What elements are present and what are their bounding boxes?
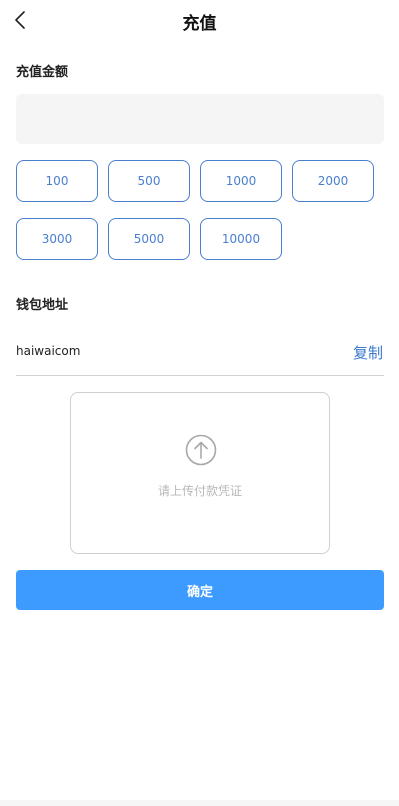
amount-label: 充值金额 [16, 65, 69, 80]
amount-option-10000[interactable]: 10000 [200, 218, 282, 260]
amount-option-500[interactable]: 500 [108, 160, 190, 202]
amount-option-1000[interactable]: 1000 [200, 160, 282, 202]
recharge-page: 充值 充值金额 100 500 1000 2000 3000 5000 1000… [0, 0, 399, 806]
bottom-bar [0, 800, 399, 806]
amount-option-5000[interactable]: 5000 [108, 218, 190, 260]
wallet-label: 钱包地址 [16, 298, 69, 313]
upload-receipt-area[interactable]: 请上传付款凭证 [70, 392, 330, 554]
upload-arrow-icon [185, 434, 217, 466]
confirm-button[interactable]: 确定 [16, 570, 384, 610]
amount-option-2000[interactable]: 2000 [292, 160, 374, 202]
wallet-address: haiwaicom [16, 344, 81, 358]
amount-option-100[interactable]: 100 [16, 160, 98, 202]
amount-option-3000[interactable]: 3000 [16, 218, 98, 260]
copy-button[interactable]: 复制 [353, 342, 383, 363]
amount-input[interactable] [16, 94, 384, 144]
divider [16, 375, 384, 376]
upload-hint: 请上传付款凭证 [157, 484, 242, 498]
nav-bar: 充值 [0, 0, 399, 42]
page-title: 充值 [182, 14, 217, 34]
